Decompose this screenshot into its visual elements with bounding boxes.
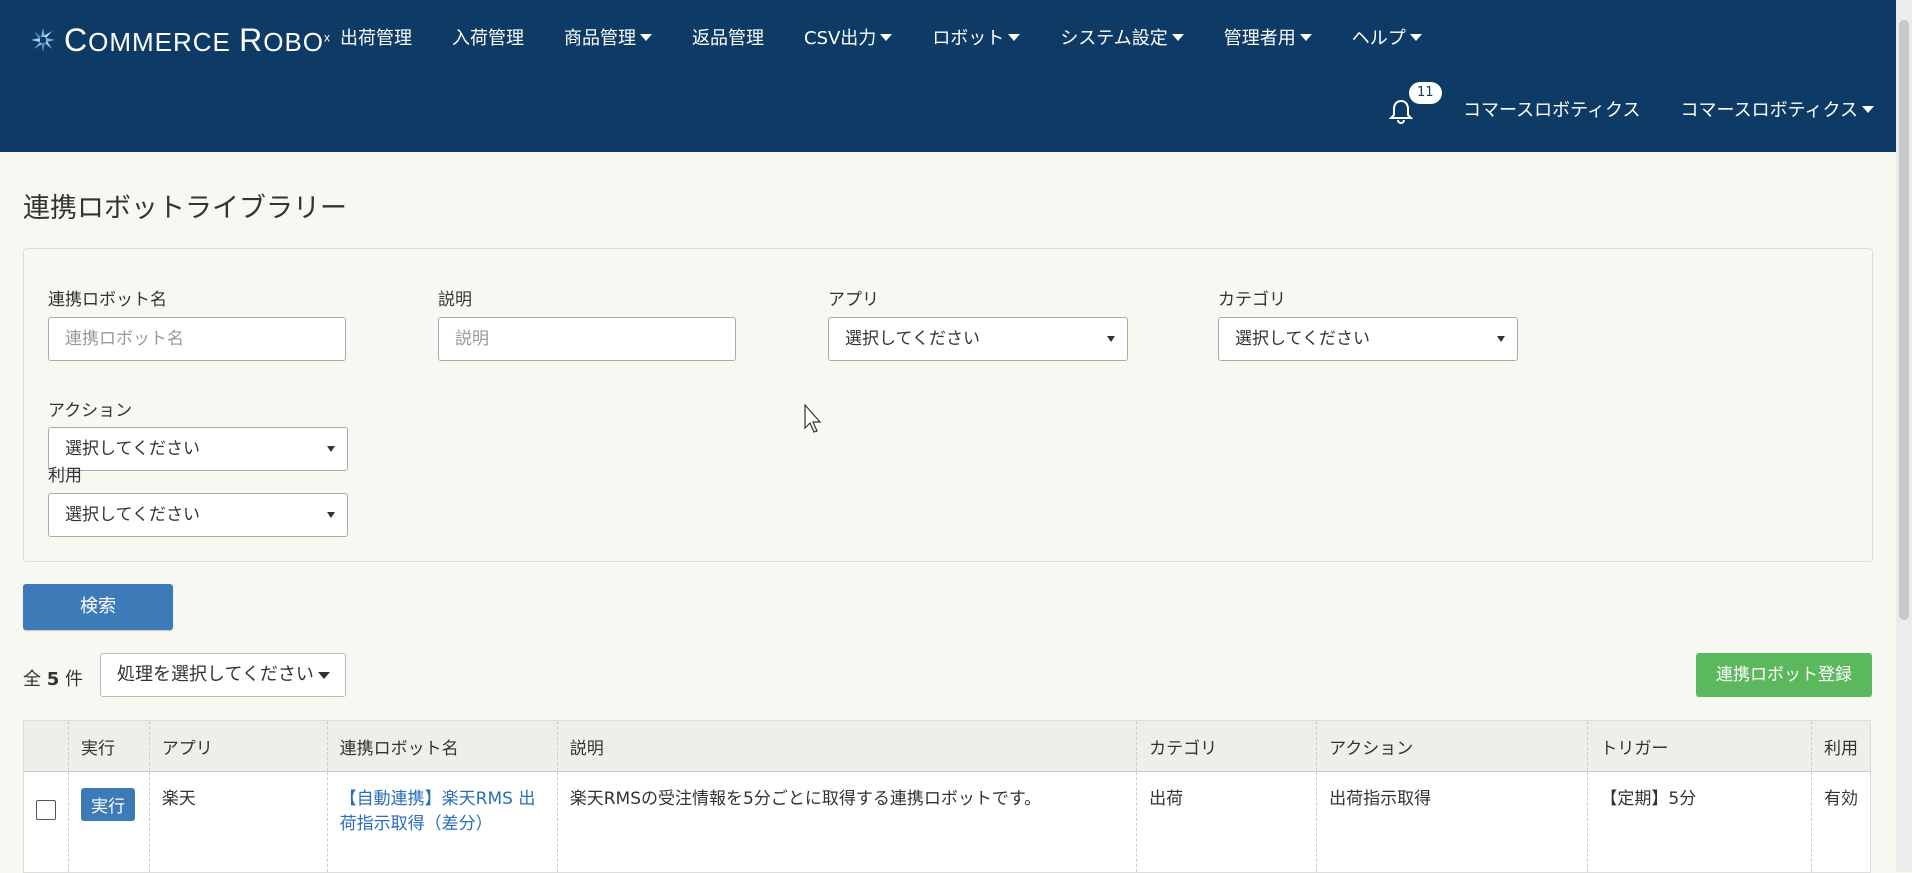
- category-cell: 出荷: [1136, 771, 1318, 873]
- filter-panel: 連携ロボット名 連携ロボット名 説明 説明 アプリ 選択してください カテゴリ …: [23, 248, 1873, 562]
- table-row: 実行 楽天 【自動連携】楽天RMS 出荷指示取得（差分） 楽天RMSの受注情報を…: [23, 771, 1871, 873]
- notification-badge: 11: [1409, 82, 1442, 104]
- page-title: 連携ロボットライブラリー: [23, 193, 347, 224]
- run-button[interactable]: 実行: [81, 788, 135, 821]
- select-arrow-icon: [1107, 336, 1115, 342]
- company-link[interactable]: コマースロボティクス: [1463, 96, 1640, 122]
- main-nav: 出荷管理 入荷管理 商品管理 返品管理 CSV出力 ロボット システム設定 管理…: [340, 24, 1462, 50]
- nav-products[interactable]: 商品管理: [564, 24, 652, 50]
- nav-system-settings[interactable]: システム設定: [1060, 24, 1184, 50]
- action-select[interactable]: 選択してください: [48, 427, 348, 471]
- nav-receiving[interactable]: 入荷管理: [452, 24, 524, 50]
- usage-label: 利用: [48, 466, 82, 486]
- select-arrow-icon: [1497, 336, 1505, 342]
- caret-down-icon: [1409, 33, 1422, 41]
- caret-down-icon: [1299, 33, 1312, 41]
- top-header: COMMERCE ROBOx 出荷管理 入荷管理 商品管理 返品管理 CSV出力…: [0, 0, 1896, 152]
- mouse-cursor-icon: [804, 404, 822, 433]
- col-category[interactable]: カテゴリ: [1136, 720, 1318, 772]
- search-button[interactable]: 検索: [23, 584, 173, 630]
- user-menu[interactable]: コマースロボティクス: [1681, 96, 1874, 122]
- robot-name-input[interactable]: 連携ロボット名: [48, 317, 346, 361]
- robot-name-label: 連携ロボット名: [48, 290, 167, 310]
- row-checkbox-cell: [23, 771, 69, 873]
- bell-icon: [1389, 99, 1414, 124]
- caret-down-icon: [317, 671, 330, 679]
- description-input[interactable]: 説明: [438, 317, 736, 361]
- usage-cell: 有効: [1811, 771, 1871, 873]
- col-app[interactable]: アプリ: [149, 720, 328, 772]
- app-cell: 楽天: [149, 771, 328, 873]
- header-right: 11 コマースロボティクス コマースロボティクス: [1389, 82, 1874, 124]
- logo-icon: [31, 28, 55, 52]
- col-description[interactable]: 説明: [557, 720, 1138, 772]
- usage-select[interactable]: 選択してください: [48, 493, 348, 537]
- nav-shipping[interactable]: 出荷管理: [340, 24, 412, 50]
- col-robot-name[interactable]: 連携ロボット名: [327, 720, 558, 772]
- robot-table: 実行 アプリ 連携ロボット名 説明 カテゴリ アクション トリガー 利用 実行 …: [23, 720, 1871, 873]
- nav-csv-export[interactable]: CSV出力: [804, 24, 893, 50]
- trigger-cell: 【定期】5分: [1587, 771, 1812, 873]
- col-action[interactable]: アクション: [1316, 720, 1589, 772]
- brand-logo[interactable]: COMMERCE ROBOx: [28, 22, 331, 58]
- notification-button[interactable]: 11: [1389, 82, 1442, 124]
- col-run[interactable]: 実行: [68, 720, 150, 772]
- scrollbar-thumb[interactable]: [1899, 20, 1909, 620]
- description-cell: 楽天RMSの受注情報を5分ごとに取得する連携ロボットです。: [557, 771, 1138, 873]
- run-cell: 実行: [68, 771, 150, 873]
- col-select: [23, 720, 69, 772]
- nav-robot[interactable]: ロボット: [932, 24, 1021, 50]
- caret-down-icon: [1008, 33, 1021, 41]
- select-arrow-icon: [327, 512, 335, 518]
- bulk-action-select[interactable]: 処理を選択してください: [100, 653, 346, 697]
- caret-down-icon: [1862, 105, 1874, 113]
- nav-returns[interactable]: 返品管理: [692, 24, 764, 50]
- app-label: アプリ: [828, 290, 879, 310]
- col-usage[interactable]: 利用: [1811, 720, 1871, 772]
- category-select[interactable]: 選択してください: [1218, 317, 1518, 361]
- nav-admin[interactable]: 管理者用: [1224, 24, 1312, 50]
- select-arrow-icon: [327, 446, 335, 452]
- description-label: 説明: [438, 290, 472, 310]
- caret-down-icon: [1171, 33, 1184, 41]
- register-robot-button[interactable]: 連携ロボット登録: [1696, 653, 1872, 697]
- caret-down-icon: [640, 33, 652, 41]
- row-checkbox[interactable]: [36, 800, 56, 820]
- app-select[interactable]: 選択してください: [828, 317, 1128, 361]
- scrollbar[interactable]: [1896, 0, 1912, 872]
- logo-wordmark: COMMERCE ROBOx: [64, 21, 332, 58]
- nav-help[interactable]: ヘルプ: [1352, 24, 1422, 50]
- action-cell: 出荷指示取得: [1316, 771, 1589, 873]
- result-count: 全 5 件: [23, 669, 83, 690]
- col-trigger[interactable]: トリガー: [1587, 720, 1812, 772]
- action-label: アクション: [48, 401, 133, 421]
- caret-down-icon: [880, 33, 893, 41]
- category-label: カテゴリ: [1218, 290, 1286, 310]
- robot-name-link[interactable]: 【自動連携】楽天RMS 出荷指示取得（差分）: [327, 771, 558, 873]
